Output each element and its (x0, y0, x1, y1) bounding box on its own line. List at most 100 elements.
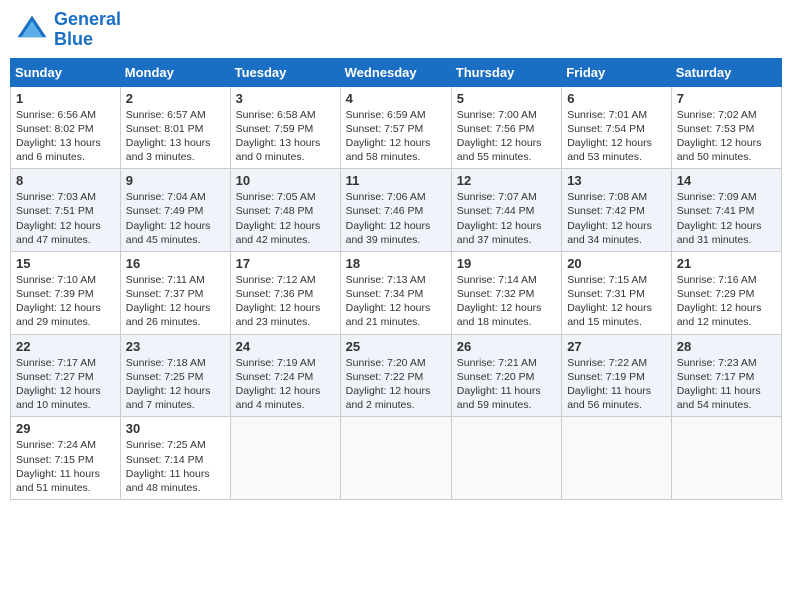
calendar-cell: 10Sunrise: 7:05 AM Sunset: 7:48 PM Dayli… (230, 169, 340, 252)
calendar-cell (562, 417, 672, 500)
day-number: 11 (346, 173, 446, 188)
logo-text: General Blue (54, 10, 121, 50)
col-header-saturday: Saturday (671, 58, 781, 86)
day-number: 28 (677, 339, 776, 354)
col-header-thursday: Thursday (451, 58, 561, 86)
page-header: General Blue (10, 10, 782, 50)
calendar-cell (451, 417, 561, 500)
day-number: 2 (126, 91, 225, 106)
calendar-cell: 29 Sunrise: 7:24 AM Sunset: 7:15 PM Dayli… (11, 417, 121, 500)
col-header-friday: Friday (562, 58, 672, 86)
calendar-cell: 28 Sunrise: 7:23 AM Sunset: 7:17 PM Dayli… (671, 334, 781, 417)
calendar-cell: 8 Sunrise: 7:03 AM Sunset: 7:51 PM Daylig… (11, 169, 121, 252)
col-header-monday: Monday (120, 58, 230, 86)
calendar-cell: 18Sunrise: 7:13 AM Sunset: 7:34 PM Dayli… (340, 251, 451, 334)
calendar-table: SundayMondayTuesdayWednesdayThursdayFrid… (10, 58, 782, 500)
day-number: 12 (457, 173, 556, 188)
calendar-cell: 17 Sunrise: 7:12 AM Sunset: 7:36 PM Dayli… (230, 251, 340, 334)
calendar-cell: 6 Sunrise: 7:01 AM Sunset: 7:54 PM Daylig… (562, 86, 672, 169)
day-info: Sunrise: 7:25 AM Sunset: 7:14 PM Dayligh… (126, 438, 225, 495)
calendar-cell: 19Sunrise: 7:14 AM Sunset: 7:32 PM Dayli… (451, 251, 561, 334)
calendar-cell (671, 417, 781, 500)
day-info: Sunrise: 7:01 AM Sunset: 7:54 PM Dayligh… (567, 108, 666, 165)
logo-icon (14, 12, 50, 48)
day-info: Sunrise: 7:12 AM Sunset: 7:36 PM Dayligh… (236, 273, 335, 330)
day-info: Sunrise: 6:56 AM Sunset: 8:02 PM Dayligh… (16, 108, 115, 165)
calendar-cell: 1 Sunrise: 6:56 AM Sunset: 8:02 PM Daylig… (11, 86, 121, 169)
day-number: 17 (236, 256, 335, 271)
day-number: 30 (126, 421, 225, 436)
day-number: 5 (457, 91, 556, 106)
day-info: Sunrise: 7:13 AM Sunset: 7:34 PM Dayligh… (346, 273, 446, 330)
day-info: Sunrise: 6:59 AM Sunset: 7:57 PM Dayligh… (346, 108, 446, 165)
calendar-cell: 3 Sunrise: 6:58 AM Sunset: 7:59 PM Daylig… (230, 86, 340, 169)
day-info: Sunrise: 7:07 AM Sunset: 7:44 PM Dayligh… (457, 190, 556, 247)
calendar-cell: 13 Sunrise: 7:08 AM Sunset: 7:42 PM Dayli… (562, 169, 672, 252)
calendar-cell (230, 417, 340, 500)
calendar-cell: 12 Sunrise: 7:07 AM Sunset: 7:44 PM Dayli… (451, 169, 561, 252)
day-number: 6 (567, 91, 666, 106)
day-number: 1 (16, 91, 115, 106)
day-info: Sunrise: 7:17 AM Sunset: 7:27 PM Dayligh… (16, 356, 115, 413)
day-info: Sunrise: 7:22 AM Sunset: 7:19 PM Dayligh… (567, 356, 666, 413)
calendar-cell: 26 Sunrise: 7:21 AM Sunset: 7:20 PM Dayli… (451, 334, 561, 417)
day-info: Sunrise: 7:15 AM Sunset: 7:31 PM Dayligh… (567, 273, 666, 330)
day-number: 13 (567, 173, 666, 188)
day-number: 8 (16, 173, 115, 188)
calendar-cell: 9 Sunrise: 7:04 AM Sunset: 7:49 PM Daylig… (120, 169, 230, 252)
day-number: 21 (677, 256, 776, 271)
col-header-sunday: Sunday (11, 58, 121, 86)
day-number: 3 (236, 91, 335, 106)
calendar-cell: 11Sunrise: 7:06 AM Sunset: 7:46 PM Dayli… (340, 169, 451, 252)
day-info: Sunrise: 6:58 AM Sunset: 7:59 PM Dayligh… (236, 108, 335, 165)
day-info: Sunrise: 7:10 AM Sunset: 7:39 PM Dayligh… (16, 273, 115, 330)
day-info: Sunrise: 7:21 AM Sunset: 7:20 PM Dayligh… (457, 356, 556, 413)
day-info: Sunrise: 7:00 AM Sunset: 7:56 PM Dayligh… (457, 108, 556, 165)
day-number: 23 (126, 339, 225, 354)
day-number: 24 (236, 339, 335, 354)
day-number: 15 (16, 256, 115, 271)
day-number: 26 (457, 339, 556, 354)
col-header-tuesday: Tuesday (230, 58, 340, 86)
day-number: 29 (16, 421, 115, 436)
day-info: Sunrise: 6:57 AM Sunset: 8:01 PM Dayligh… (126, 108, 225, 165)
calendar-cell: 4 Sunrise: 6:59 AM Sunset: 7:57 PM Daylig… (340, 86, 451, 169)
day-info: Sunrise: 7:04 AM Sunset: 7:49 PM Dayligh… (126, 190, 225, 247)
calendar-cell: 20 Sunrise: 7:15 AM Sunset: 7:31 PM Dayli… (562, 251, 672, 334)
calendar-cell: 27Sunrise: 7:22 AM Sunset: 7:19 PM Dayli… (562, 334, 672, 417)
day-number: 14 (677, 173, 776, 188)
calendar-cell: 30 Sunrise: 7:25 AM Sunset: 7:14 PM Dayli… (120, 417, 230, 500)
day-info: Sunrise: 7:14 AM Sunset: 7:32 PM Dayligh… (457, 273, 556, 330)
day-info: Sunrise: 7:18 AM Sunset: 7:25 PM Dayligh… (126, 356, 225, 413)
calendar-cell: 21 Sunrise: 7:16 AM Sunset: 7:29 PM Dayli… (671, 251, 781, 334)
calendar-cell: 22Sunrise: 7:17 AM Sunset: 7:27 PM Dayli… (11, 334, 121, 417)
day-number: 7 (677, 91, 776, 106)
day-info: Sunrise: 7:23 AM Sunset: 7:17 PM Dayligh… (677, 356, 776, 413)
logo: General Blue (14, 10, 121, 50)
col-header-wednesday: Wednesday (340, 58, 451, 86)
calendar-cell: 24 Sunrise: 7:19 AM Sunset: 7:24 PM Dayli… (230, 334, 340, 417)
calendar-cell: 2 Sunrise: 6:57 AM Sunset: 8:01 PM Daylig… (120, 86, 230, 169)
day-number: 10 (236, 173, 335, 188)
day-info: Sunrise: 7:16 AM Sunset: 7:29 PM Dayligh… (677, 273, 776, 330)
calendar-cell: 5 Sunrise: 7:00 AM Sunset: 7:56 PM Daylig… (451, 86, 561, 169)
day-info: Sunrise: 7:19 AM Sunset: 7:24 PM Dayligh… (236, 356, 335, 413)
calendar-cell (340, 417, 451, 500)
day-info: Sunrise: 7:20 AM Sunset: 7:22 PM Dayligh… (346, 356, 446, 413)
day-number: 4 (346, 91, 446, 106)
day-number: 16 (126, 256, 225, 271)
calendar-cell: 7 Sunrise: 7:02 AM Sunset: 7:53 PM Daylig… (671, 86, 781, 169)
day-number: 25 (346, 339, 446, 354)
day-info: Sunrise: 7:24 AM Sunset: 7:15 PM Dayligh… (16, 438, 115, 495)
calendar-cell: 14 Sunrise: 7:09 AM Sunset: 7:41 PM Dayli… (671, 169, 781, 252)
day-number: 9 (126, 173, 225, 188)
day-info: Sunrise: 7:02 AM Sunset: 7:53 PM Dayligh… (677, 108, 776, 165)
day-info: Sunrise: 7:09 AM Sunset: 7:41 PM Dayligh… (677, 190, 776, 247)
day-number: 20 (567, 256, 666, 271)
calendar-cell: 16 Sunrise: 7:11 AM Sunset: 7:37 PM Dayli… (120, 251, 230, 334)
calendar-cell: 23 Sunrise: 7:18 AM Sunset: 7:25 PM Dayli… (120, 334, 230, 417)
day-info: Sunrise: 7:03 AM Sunset: 7:51 PM Dayligh… (16, 190, 115, 247)
calendar-cell: 15 Sunrise: 7:10 AM Sunset: 7:39 PM Dayli… (11, 251, 121, 334)
day-info: Sunrise: 7:08 AM Sunset: 7:42 PM Dayligh… (567, 190, 666, 247)
day-info: Sunrise: 7:11 AM Sunset: 7:37 PM Dayligh… (126, 273, 225, 330)
